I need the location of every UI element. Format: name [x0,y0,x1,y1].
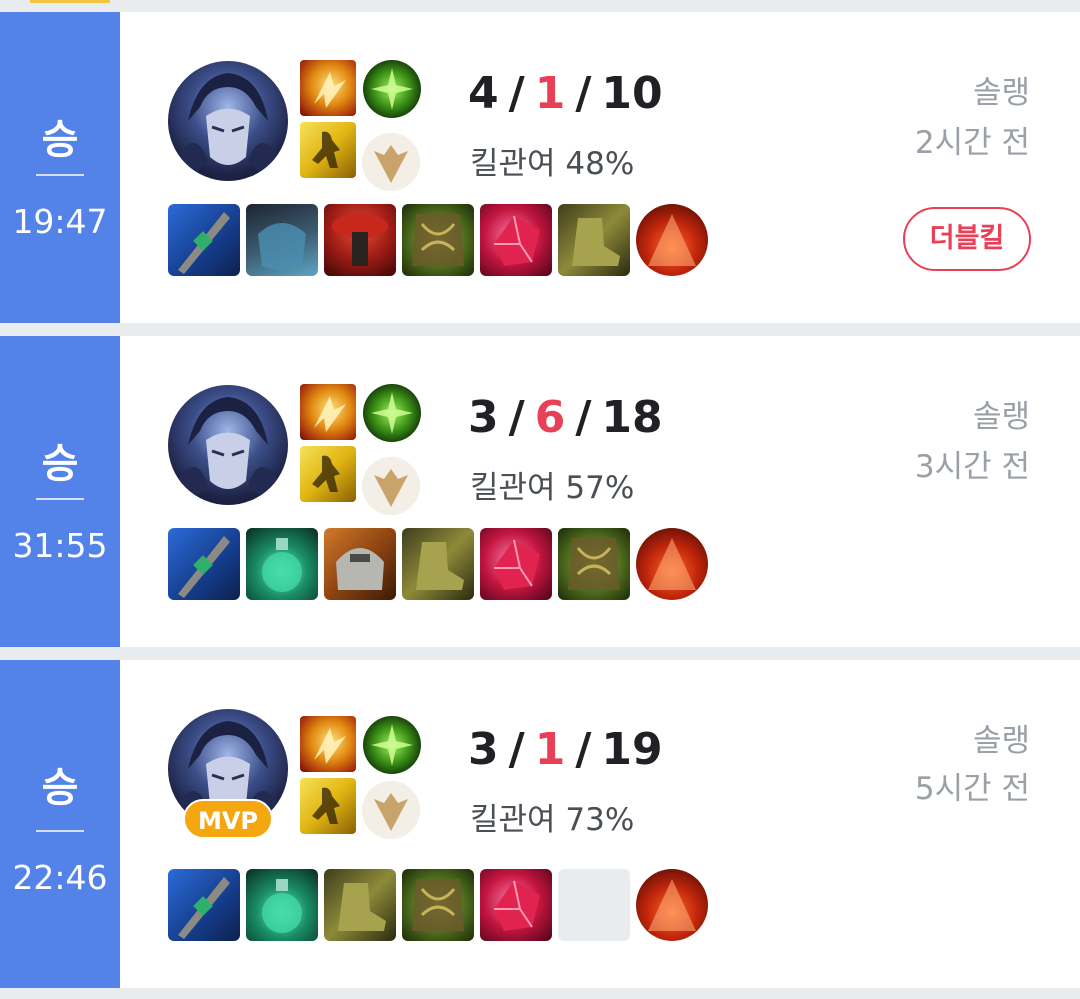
match-card[interactable]: 승 19:47 4/1/10 킬관여 48% 솔랭 2시간 전 더블킬 [0,12,1080,323]
champion-portrait-icon[interactable] [168,61,288,181]
result-sidebar: 승 19:47 [0,12,120,323]
sidebar-divider [36,830,84,832]
item-icon[interactable] [246,204,318,276]
item-icon[interactable] [402,528,474,600]
multikill-badge: 더블킬 [903,207,1031,271]
result-sidebar: 승 31:55 [0,336,120,647]
item-icon[interactable] [168,204,240,276]
kills: 3 [468,392,499,443]
mvp-badge: MVP [183,799,273,839]
assists: 10 [601,68,663,119]
flash-spell-icon[interactable] [300,716,356,772]
result-label: 승 [41,765,79,811]
queue-type: 솔랭 [972,399,1030,435]
top-accent-line [30,0,110,3]
item-icon[interactable] [402,204,474,276]
kill-participation: 킬관여 57% [470,470,635,506]
kda-separator: / [575,724,592,775]
item-icon[interactable] [168,869,240,941]
item-icon[interactable] [480,869,552,941]
flash-spell-icon[interactable] [300,60,356,116]
match-card[interactable]: 승 22:46 MVP 3/1/19 킬관여 73% 솔랭 5시간 전 [0,660,1080,988]
item-icon[interactable] [480,204,552,276]
result-label: 승 [41,117,79,163]
kda-score: 3/6/18 [468,392,663,443]
item-icon[interactable] [246,869,318,941]
kill-participation: 킬관여 73% [470,802,635,838]
item-icon[interactable] [324,528,396,600]
empty-item-slot [558,869,630,941]
precision-keystone-rune-icon[interactable] [363,384,421,442]
ghost-spell-icon[interactable] [300,122,356,178]
kda-separator: / [575,68,592,119]
ward-icon[interactable] [636,204,708,276]
kill-participation: 킬관여 48% [470,146,635,182]
result-label: 승 [41,441,79,487]
item-icon[interactable] [558,204,630,276]
item-icon[interactable] [324,204,396,276]
item-icon[interactable] [558,528,630,600]
queue-type: 솔랭 [972,75,1030,111]
item-icon[interactable] [324,869,396,941]
kda-separator: / [508,724,525,775]
time-ago: 2시간 전 [914,125,1030,161]
secondary-rune-tree-icon[interactable] [362,781,420,839]
kda-separator: / [508,68,525,119]
kills: 4 [468,68,499,119]
match-card[interactable]: 승 31:55 3/6/18 킬관여 57% 솔랭 3시간 전 [0,336,1080,647]
ghost-spell-icon[interactable] [300,446,356,502]
kda-score: 3/1/19 [468,724,663,775]
item-icon[interactable] [480,528,552,600]
kda-score: 4/1/10 [468,68,663,119]
sidebar-divider [36,174,84,176]
game-duration: 31:55 [12,526,108,565]
deaths: 6 [534,392,566,443]
kda-separator: / [508,392,525,443]
sidebar-divider [36,498,84,500]
ward-icon[interactable] [636,869,708,941]
time-ago: 5시간 전 [914,771,1030,807]
item-icon[interactable] [246,528,318,600]
ward-icon[interactable] [636,528,708,600]
kda-separator: / [575,392,592,443]
secondary-rune-tree-icon[interactable] [362,457,420,515]
time-ago: 3시간 전 [914,449,1030,485]
champion-portrait-icon[interactable] [168,385,288,505]
precision-keystone-rune-icon[interactable] [363,60,421,118]
item-icon[interactable] [402,869,474,941]
assists: 18 [601,392,663,443]
game-duration: 19:47 [12,202,108,241]
game-duration: 22:46 [12,858,108,897]
secondary-rune-tree-icon[interactable] [362,133,420,191]
ghost-spell-icon[interactable] [300,778,356,834]
queue-type: 솔랭 [972,723,1030,759]
kills: 3 [468,724,499,775]
result-sidebar: 승 22:46 [0,660,120,988]
item-icon[interactable] [168,528,240,600]
flash-spell-icon[interactable] [300,384,356,440]
precision-keystone-rune-icon[interactable] [363,716,421,774]
assists: 19 [601,724,663,775]
deaths: 1 [534,724,566,775]
deaths: 1 [534,68,566,119]
